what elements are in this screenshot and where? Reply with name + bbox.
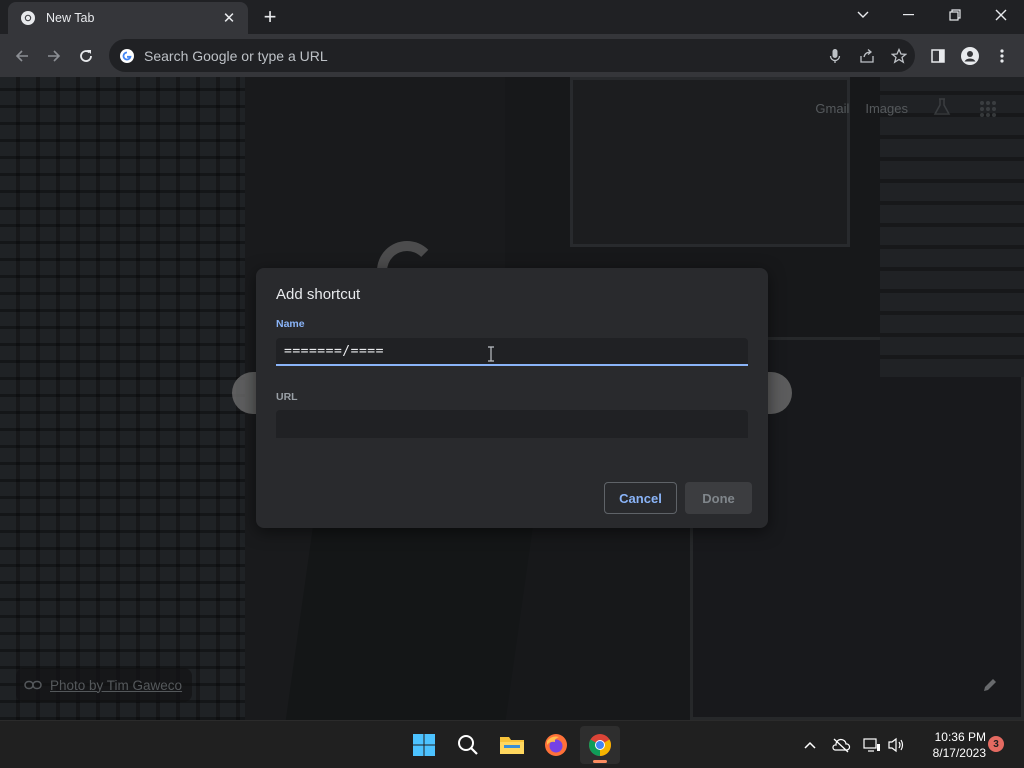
name-field[interactable]: =======/==== [276, 338, 748, 366]
onedrive-offline-icon[interactable] [831, 735, 851, 755]
chrome-icon [20, 10, 36, 26]
back-button[interactable] [8, 42, 36, 70]
bookmark-star-icon[interactable] [883, 42, 915, 70]
menu-kebab-icon[interactable] [988, 42, 1016, 70]
active-app-indicator [593, 760, 607, 763]
tab-title: New Tab [46, 11, 95, 25]
forward-button[interactable] [40, 42, 68, 70]
system-clock[interactable]: 10:36 PM 8/17/2023 [912, 729, 986, 761]
minimize-icon[interactable] [886, 0, 932, 30]
new-tab-button[interactable]: + [258, 6, 282, 28]
url-label: URL [276, 391, 298, 403]
clock-time: 10:36 PM [934, 730, 986, 744]
taskbar: 10:36 PM 8/17/2023 [0, 720, 1024, 768]
dialog-title: Add shortcut [276, 286, 361, 303]
profile-avatar-icon[interactable] [956, 42, 984, 70]
volume-icon[interactable] [886, 735, 906, 755]
name-label: Name [276, 318, 305, 330]
chevron-up-icon[interactable] [800, 735, 820, 755]
microphone-icon[interactable] [819, 42, 851, 70]
clock-date: 8/17/2023 [932, 746, 986, 760]
close-window-icon[interactable] [978, 0, 1024, 30]
add-shortcut-dialog: Add shortcut Name =======/==== URL Cance… [256, 268, 768, 528]
google-g-icon [119, 48, 135, 64]
firefox-icon[interactable] [536, 726, 576, 764]
windows-start-icon[interactable] [404, 726, 444, 764]
search-icon[interactable] [448, 726, 488, 764]
restore-icon[interactable] [932, 0, 978, 30]
name-field-value: =======/==== [284, 344, 384, 359]
file-explorer-icon[interactable] [492, 726, 532, 764]
tab-strip: New Tab ✕ + [0, 0, 1024, 34]
side-panel-icon[interactable] [924, 42, 952, 70]
tab-search-icon[interactable] [840, 0, 886, 30]
cancel-button[interactable]: Cancel [604, 482, 677, 514]
tab-new-tab[interactable]: New Tab ✕ [8, 2, 248, 34]
done-button[interactable]: Done [685, 482, 752, 514]
notification-badge[interactable]: 3 [988, 736, 1004, 752]
reload-button[interactable] [72, 42, 100, 70]
url-field[interactable] [276, 410, 748, 438]
close-tab-icon[interactable]: ✕ [220, 9, 238, 27]
omnibox[interactable]: Search Google or type a URL [109, 39, 915, 72]
network-icon[interactable] [862, 735, 882, 755]
browser-toolbar: Search Google or type a URL [0, 34, 1024, 77]
text-cursor-icon [487, 346, 495, 362]
chrome-taskbar-icon[interactable] [580, 726, 620, 764]
omnibox-placeholder: Search Google or type a URL [144, 47, 328, 64]
share-icon[interactable] [851, 42, 883, 70]
